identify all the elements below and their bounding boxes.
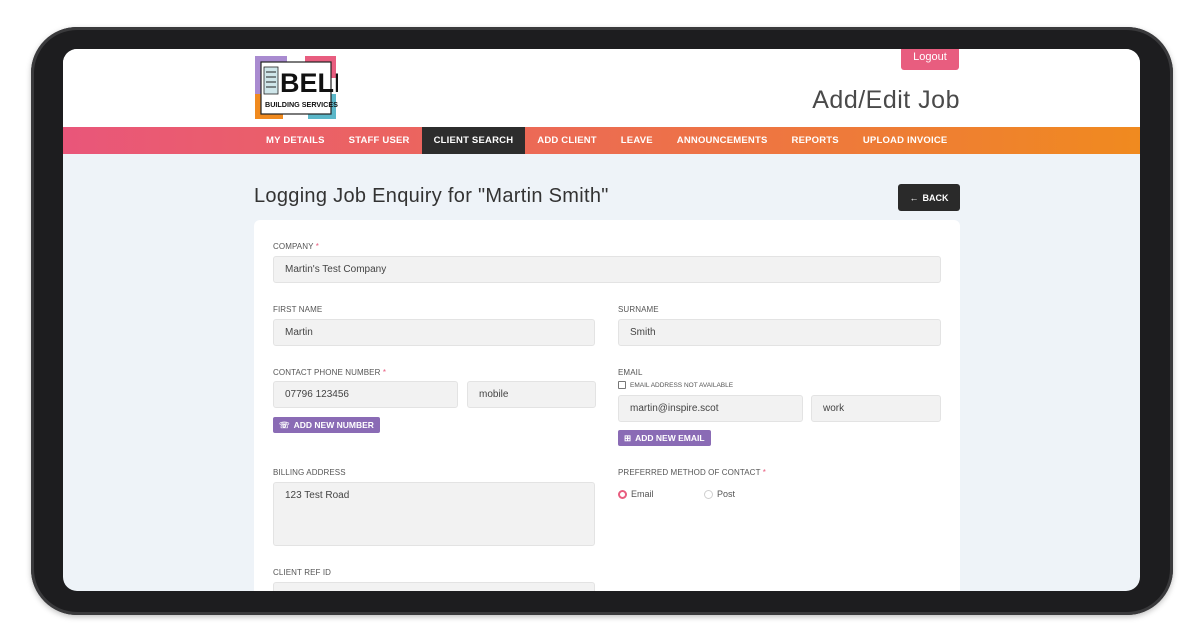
nav-item-upload-invoice[interactable]: UPLOAD INVOICE (851, 127, 960, 154)
plus-square-icon: ⊞ (624, 433, 632, 443)
contact-email-label: Email (631, 489, 654, 499)
arrow-left-icon: ← (909, 192, 919, 203)
back-button[interactable]: ← BACK (898, 184, 960, 211)
phone-input[interactable]: 07796 123456 (273, 381, 458, 408)
client-ref-label: CLIENT REF ID (273, 568, 332, 577)
email-label: EMAIL (618, 368, 643, 377)
contact-post-label: Post (717, 489, 736, 499)
add-email-label: ADD NEW EMAIL (635, 433, 705, 443)
company-input[interactable]: Martin's Test Company (273, 256, 941, 283)
contact-post-radio[interactable] (704, 490, 713, 499)
company-label: COMPANY * (273, 242, 319, 251)
svg-text:BUILDING SERVICES: BUILDING SERVICES (265, 100, 338, 109)
nav-item-client-search[interactable]: CLIENT SEARCH (421, 127, 526, 154)
nav-item-my-details[interactable]: MY DETAILS (254, 127, 337, 154)
header: BELL BUILDING SERVICES Logout Add/Edit J… (63, 49, 1140, 127)
nav-item-announcements[interactable]: ANNOUNCEMENTS (665, 127, 780, 154)
company-logo: BELL BUILDING SERVICES (255, 56, 338, 119)
page-title: Logging Job Enquiry for "Martin Smith" (254, 185, 609, 207)
add-number-label: ADD NEW NUMBER (293, 420, 374, 430)
contact-email-radio[interactable] (618, 490, 627, 499)
nav-item-staff-user[interactable]: STAFF USER (337, 127, 422, 154)
email-not-available-checkbox[interactable] (618, 381, 626, 389)
surname-input[interactable]: Smith (618, 319, 941, 346)
email-not-available-label: EMAIL ADDRESS NOT AVAILABLE (630, 382, 734, 389)
add-number-button[interactable]: ☏ ADD NEW NUMBER (273, 417, 380, 433)
add-email-button[interactable]: ⊞ ADD NEW EMAIL (618, 430, 711, 446)
phone-type-input[interactable]: mobile (467, 381, 596, 408)
first-name-input[interactable]: Martin (273, 319, 595, 346)
svg-text:BELL: BELL (280, 68, 338, 98)
phone-label: CONTACT PHONE NUMBER * (273, 368, 387, 377)
nav-item-reports[interactable]: REPORTS (780, 127, 851, 154)
phone-icon: ☏ (279, 420, 290, 430)
nav-item-leave[interactable]: LEAVE (609, 127, 665, 154)
email-input[interactable]: martin@inspire.scot (618, 395, 803, 422)
preferred-contact-label: PREFERRED METHOD OF CONTACT * (618, 468, 766, 477)
screen: BELL BUILDING SERVICES Logout Add/Edit J… (63, 49, 1140, 591)
logout-button[interactable]: Logout (901, 49, 959, 70)
page-heading: Add/Edit Job (812, 86, 960, 114)
back-label: BACK (922, 192, 949, 203)
main-nav: MY DETAILS STAFF USER CLIENT SEARCH ADD CLI… (63, 127, 1140, 154)
surname-label: SURNAME (618, 305, 659, 314)
email-type-input[interactable]: work (811, 395, 941, 422)
first-name-label: FIRST NAME (273, 305, 323, 314)
billing-address-textarea[interactable]: 123 Test Road (273, 482, 595, 546)
nav-item-add-client[interactable]: ADD CLIENT (525, 127, 609, 154)
client-ref-input[interactable] (273, 582, 595, 591)
billing-address-label: BILLING ADDRESS (273, 468, 346, 477)
job-form-card: COMPANY * Martin's Test Company FIRST NA… (254, 220, 960, 591)
